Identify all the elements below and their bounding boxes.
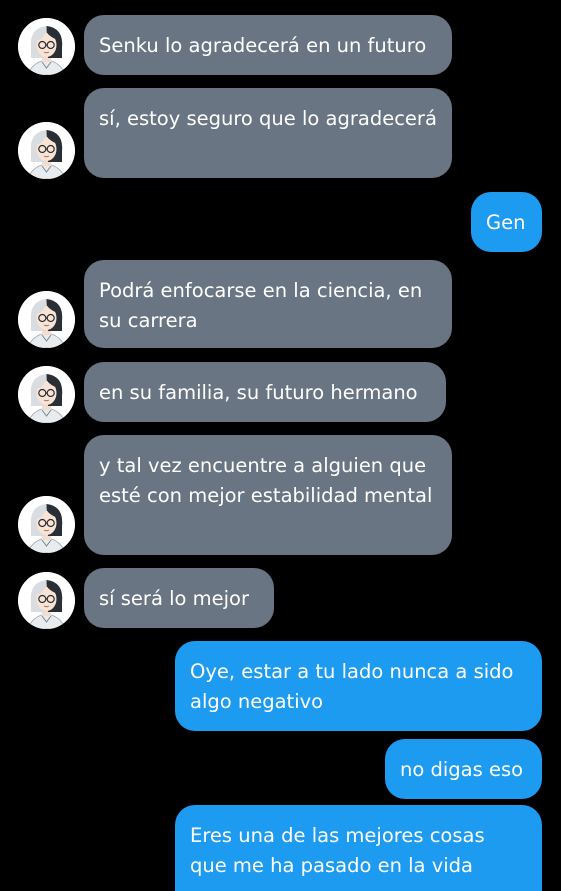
contact-avatar[interactable] [18,122,75,179]
anime-character-avatar-icon [18,366,75,423]
incoming-message-bubble[interactable]: Podrá enfocarse en la ciencia, en su car… [84,260,452,348]
incoming-message-bubble[interactable]: sí, estoy seguro que lo agradecerá [84,88,452,178]
contact-avatar[interactable] [18,496,75,553]
message-text: Senku lo agradecerá en un futuro [99,34,427,57]
message-text: Gen [486,211,526,234]
incoming-message-bubble[interactable]: y tal vez encuentre a alguien que esté c… [84,435,452,555]
outgoing-message-bubble[interactable]: no digas eso [385,739,542,799]
message-text: Podrá enfocarse en la ciencia, en su car… [99,279,423,332]
incoming-message-bubble[interactable]: Senku lo agradecerá en un futuro [84,15,452,75]
anime-character-avatar-icon [18,122,75,179]
outgoing-message-bubble[interactable]: Oye, estar a tu lado nunca a sido algo n… [175,641,542,731]
message-text: no digas eso [400,758,524,781]
anime-character-avatar-icon [18,291,75,348]
outgoing-message-bubble[interactable]: Eres una de las mejores cosas que me ha … [175,805,542,891]
message-text: sí, estoy seguro que lo agradecerá [99,107,437,130]
contact-avatar[interactable] [18,291,75,348]
message-text: y tal vez encuentre a alguien que esté c… [99,454,433,507]
anime-character-avatar-icon [18,572,75,629]
contact-avatar[interactable] [18,18,75,75]
message-text: en su familia, su futuro hermano [99,381,418,404]
message-text: sí será lo mejor [99,587,250,610]
message-text: Eres una de las mejores cosas que me ha … [190,824,485,877]
anime-character-avatar-icon [18,18,75,75]
message-text: Oye, estar a tu lado nunca a sido algo n… [190,660,514,713]
incoming-message-bubble[interactable]: sí será lo mejor [84,568,274,628]
incoming-message-bubble[interactable]: en su familia, su futuro hermano [84,362,446,422]
outgoing-message-bubble[interactable]: Gen [471,192,542,252]
contact-avatar[interactable] [18,572,75,629]
anime-character-avatar-icon [18,496,75,553]
contact-avatar[interactable] [18,366,75,423]
